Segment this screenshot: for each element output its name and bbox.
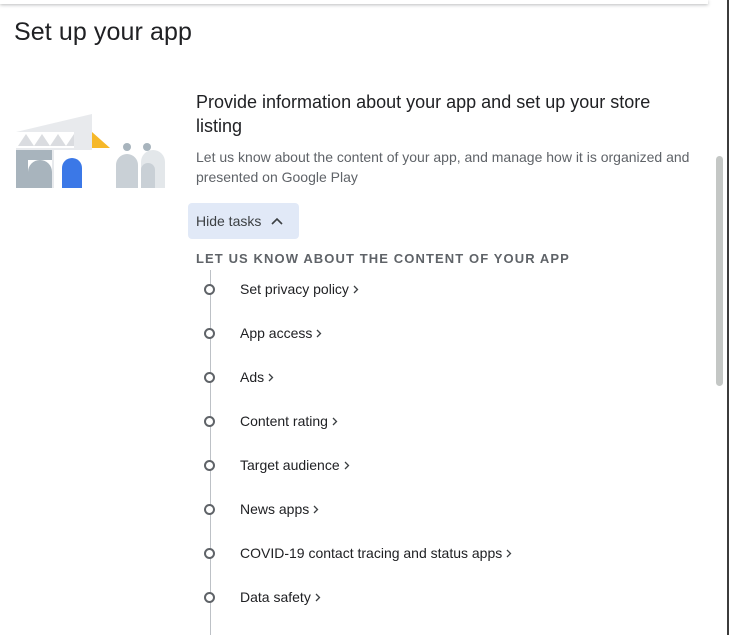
task-label: Ads xyxy=(240,369,265,385)
section-description: Let us know about the content of your ap… xyxy=(196,149,690,185)
task-item: Ads xyxy=(204,365,274,389)
task-label: App access xyxy=(240,325,313,341)
chevron-right-icon xyxy=(353,285,359,293)
task-status-circle-icon xyxy=(204,327,215,339)
task-link[interactable]: News apps xyxy=(240,501,319,517)
chevron-right-icon xyxy=(313,505,319,513)
task-status-circle-icon xyxy=(204,415,215,427)
chevron-right-icon xyxy=(506,549,512,557)
task-item: Target audience xyxy=(204,453,350,477)
task-link[interactable]: Target audience xyxy=(240,457,350,473)
task-label: Data safety xyxy=(240,589,311,605)
chevron-right-icon xyxy=(316,329,322,337)
hide-tasks-button[interactable]: Hide tasks xyxy=(188,203,299,239)
chevron-up-icon xyxy=(271,217,283,225)
task-label: COVID-19 contact tracing and status apps xyxy=(240,545,503,561)
task-label: Target audience xyxy=(240,457,340,473)
task-item: Data safety xyxy=(204,585,321,609)
task-label: News apps xyxy=(240,501,310,517)
task-item: Content rating xyxy=(204,409,338,433)
task-label: Content rating xyxy=(240,413,328,429)
task-item: App access xyxy=(204,321,322,345)
top-bar-edge xyxy=(0,0,708,4)
task-item: Set privacy policy xyxy=(204,277,359,301)
task-link[interactable]: Content rating xyxy=(240,413,338,429)
task-status-circle-icon xyxy=(204,459,215,471)
hide-tasks-label: Hide tasks xyxy=(196,213,262,229)
chevron-right-icon xyxy=(315,593,321,601)
task-status-circle-icon xyxy=(204,547,215,559)
scrollbar[interactable] xyxy=(716,156,723,386)
task-link[interactable]: App access xyxy=(240,325,322,341)
task-status-circle-icon xyxy=(204,371,215,383)
page-title: Set up your app xyxy=(14,18,193,46)
task-link[interactable]: Ads xyxy=(240,369,274,385)
task-status-circle-icon xyxy=(204,591,215,603)
task-link[interactable]: Data safety xyxy=(240,589,321,605)
task-label: Set privacy policy xyxy=(240,281,349,297)
chevron-right-icon xyxy=(344,461,350,469)
task-item: COVID-19 contact tracing and status apps xyxy=(204,541,512,565)
task-status-circle-icon xyxy=(204,503,215,515)
task-status-circle-icon xyxy=(204,283,215,295)
store-illustration xyxy=(16,114,165,188)
chevron-right-icon xyxy=(268,373,274,381)
task-group-label: LET US KNOW ABOUT THE CONTENT OF YOUR AP… xyxy=(196,251,570,266)
section-heading: Provide information about your app and s… xyxy=(196,92,651,136)
task-item: News apps xyxy=(204,497,319,521)
task-link[interactable]: Set privacy policy xyxy=(240,281,359,297)
task-link[interactable]: COVID-19 contact tracing and status apps xyxy=(240,545,512,561)
chevron-right-icon xyxy=(332,417,338,425)
